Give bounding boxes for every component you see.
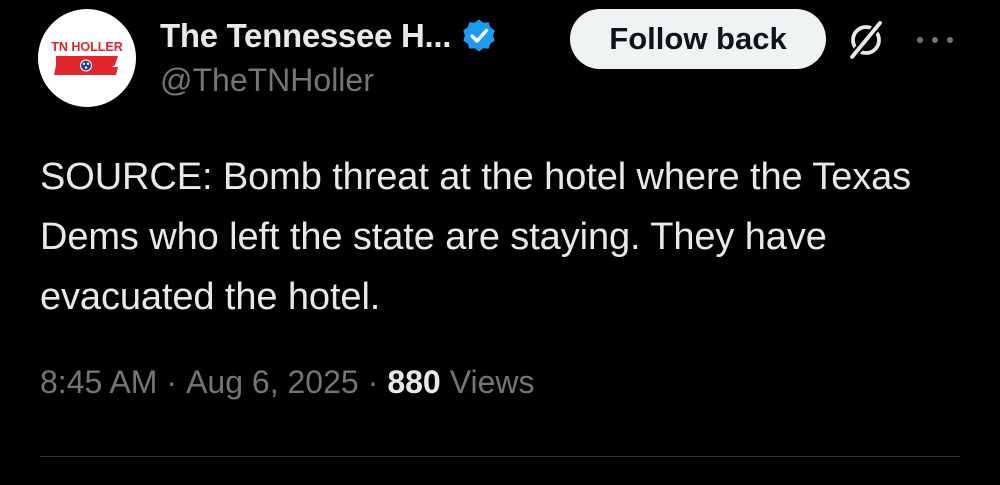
verified-badge-icon[interactable] bbox=[461, 18, 497, 54]
more-icon[interactable] bbox=[912, 30, 958, 50]
tweet-meta: 8:45 AM · Aug 6, 2025 · 880 Views bbox=[40, 364, 534, 401]
tn-holler-logo: TN HOLLER bbox=[51, 40, 123, 75]
author-handle[interactable]: @TheTNHoller bbox=[160, 62, 374, 99]
meta-separator: · bbox=[166, 364, 178, 400]
grok-icon[interactable] bbox=[846, 20, 886, 60]
tweet-date[interactable]: Aug 6, 2025 bbox=[186, 364, 359, 401]
views-label[interactable]: Views bbox=[450, 364, 535, 401]
meta-separator: · bbox=[367, 364, 379, 400]
logo-text: TN HOLLER bbox=[51, 40, 123, 54]
author-display-name[interactable]: The Tennessee H... bbox=[160, 17, 451, 55]
tweet-time[interactable]: 8:45 AM bbox=[40, 364, 157, 401]
views-count[interactable]: 880 bbox=[387, 364, 440, 401]
author-name-row: The Tennessee H... bbox=[160, 14, 497, 58]
divider bbox=[40, 456, 960, 457]
tweet-text: SOURCE: Bomb threat at the hotel where t… bbox=[40, 156, 912, 318]
follow-back-button[interactable]: Follow back bbox=[570, 9, 826, 69]
avatar[interactable]: TN HOLLER bbox=[38, 9, 136, 107]
